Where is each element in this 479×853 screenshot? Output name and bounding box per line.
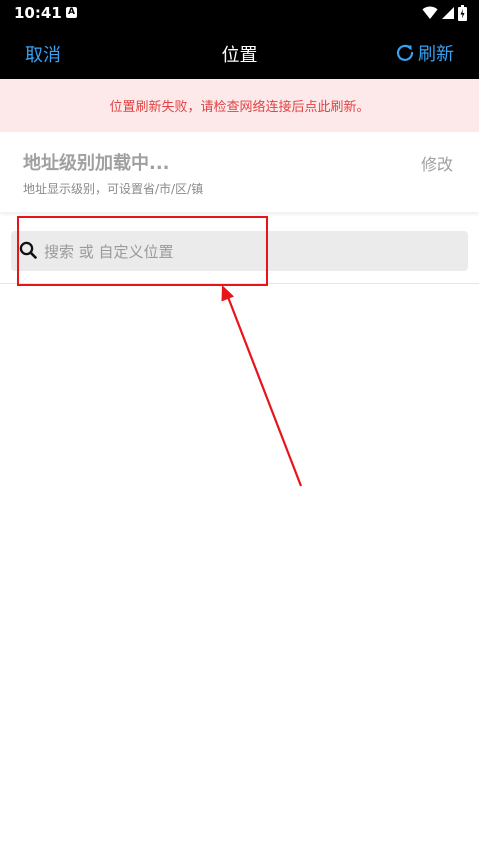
status-bar: 10:41 A — [0, 0, 479, 26]
refresh-button[interactable]: 刷新 — [395, 40, 454, 66]
notification-badge-icon: A — [66, 7, 77, 18]
error-banner[interactable]: 位置刷新失败，请检查网络连接后点此刷新。 — [0, 79, 479, 132]
search-input[interactable] — [42, 231, 456, 273]
refresh-label: 刷新 — [418, 44, 454, 65]
status-time: 10:41 — [14, 4, 62, 22]
wifi-icon — [422, 6, 438, 19]
status-icons — [422, 5, 467, 21]
edit-button[interactable]: 修改 — [421, 151, 453, 175]
signal-icon — [442, 7, 454, 19]
address-level-card: 地址级别加载中... 修改 地址显示级别，可设置省/市/区/镇 — [0, 132, 479, 212]
address-title: 地址级别加载中... — [23, 153, 170, 174]
refresh-icon — [396, 44, 414, 61]
nav-bar: 取消 位置 刷新 — [0, 26, 479, 79]
error-message: 位置刷新失败，请检查网络连接后点此刷新。 — [109, 100, 370, 115]
address-subtitle: 地址显示级别，可设置省/市/区/镇 — [23, 182, 204, 196]
divider — [0, 283, 479, 284]
battery-icon — [458, 5, 467, 21]
search-icon — [19, 241, 37, 259]
search-box[interactable] — [11, 231, 468, 273]
